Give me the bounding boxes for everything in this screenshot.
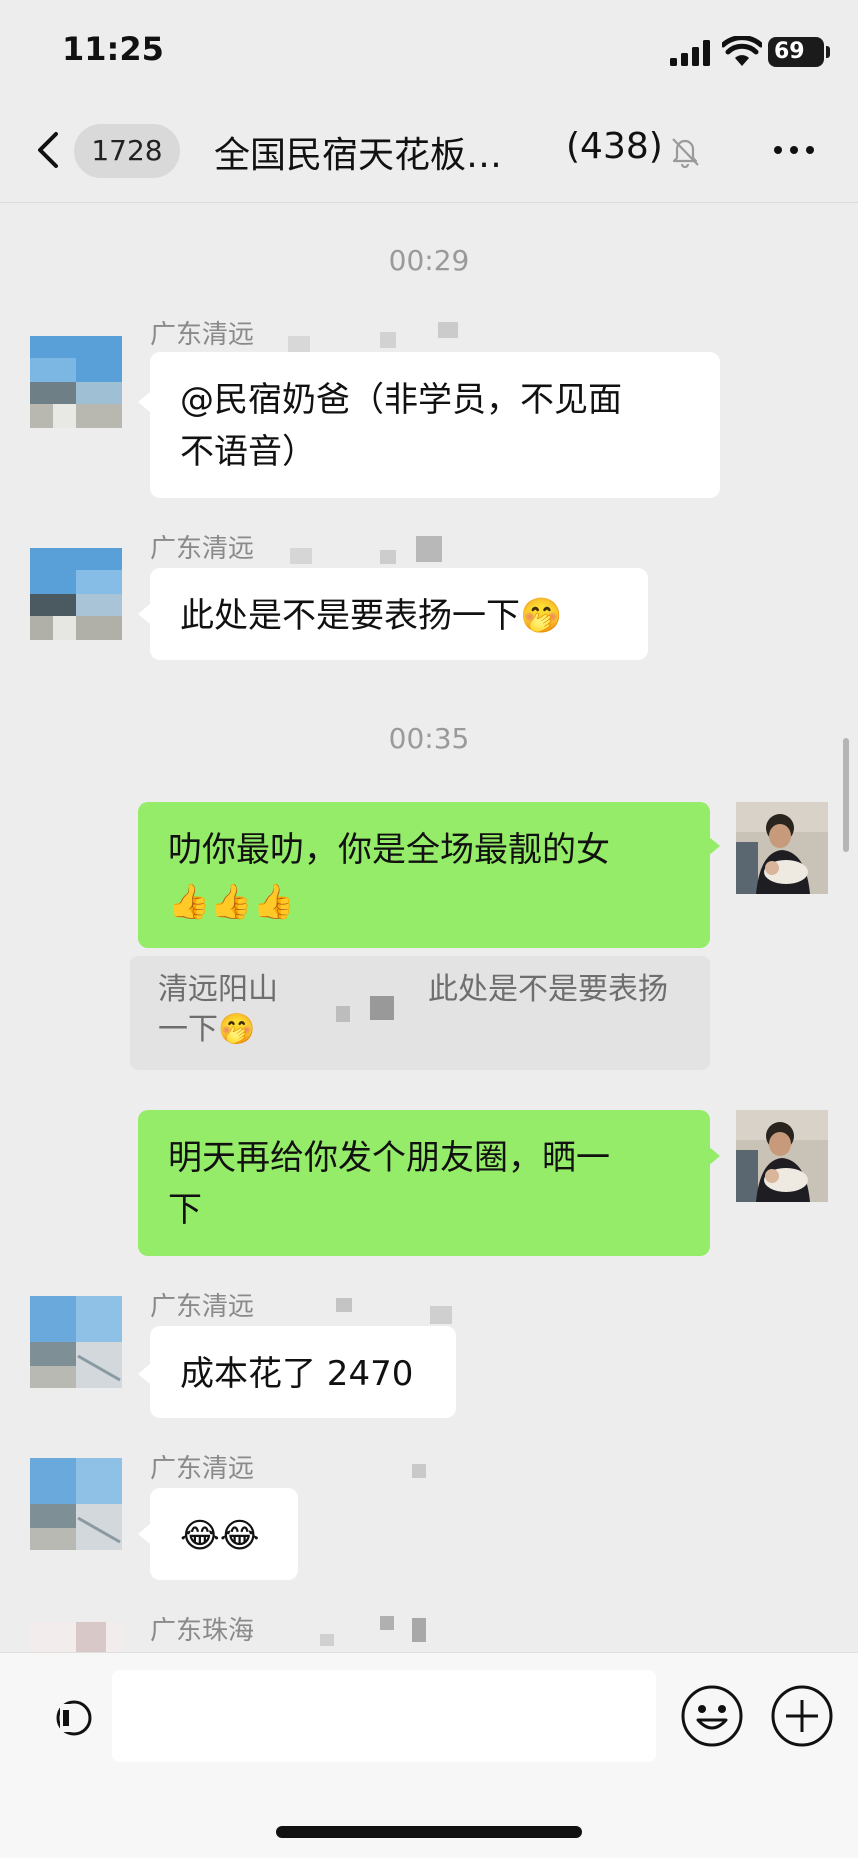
sender-name: 广东清远 — [150, 1454, 255, 1484]
more-options-icon[interactable] — [772, 140, 816, 160]
mute-bell-icon — [672, 138, 699, 168]
message-bubble[interactable]: @民宿奶爸（非学员，不见面 不语音） — [150, 352, 720, 498]
avatar[interactable] — [30, 1458, 122, 1550]
unread-count-badge[interactable]: 1728 — [74, 124, 180, 178]
quoted-text: 一下 — [158, 1012, 218, 1047]
face-with-hand-over-mouth-emoji: 🤭 — [520, 596, 563, 636]
redacted-name — [370, 996, 394, 1020]
battery-tip — [826, 46, 830, 58]
bubble-tail — [138, 604, 150, 624]
battery-icon: 69 — [768, 37, 824, 67]
chat-title: 全国民宿天花板… — [214, 135, 503, 176]
add-icon[interactable] — [770, 1684, 834, 1748]
redacted-name — [320, 1634, 334, 1646]
sender-name: 广东清远 — [150, 534, 255, 564]
nav-divider — [0, 202, 858, 203]
face-with-hand-over-mouth-emoji: 🤭 — [218, 1012, 256, 1047]
quoted-sender: 清远阳山 — [158, 972, 278, 1007]
message-text: 不语音） — [180, 432, 316, 472]
avatar[interactable] — [30, 336, 122, 428]
message-bubble[interactable]: 叻你最叻，你是全场最靓的女 👍👍👍 — [138, 802, 710, 948]
timestamp: 00:35 — [388, 722, 470, 755]
redacted-name — [380, 550, 396, 564]
my-avatar[interactable] — [736, 802, 828, 894]
bubble-tail — [138, 392, 150, 412]
message-text: 明天再给你发个朋友圈，晒一 — [168, 1138, 610, 1178]
redacted-name — [290, 548, 312, 564]
sender-name: 广东清远 — [150, 320, 255, 350]
quoted-text: 此处是不是要表扬 — [428, 972, 668, 1007]
scrollbar[interactable] — [843, 738, 849, 852]
member-count: (438) — [566, 126, 663, 167]
redacted-name — [336, 1298, 352, 1312]
redacted-name — [430, 1306, 452, 1324]
redacted-name — [412, 1618, 426, 1642]
avatar[interactable] — [30, 1622, 122, 1652]
message-bubble[interactable]: 此处是不是要表扬一下🤭 — [150, 568, 648, 660]
message-text: 下 — [168, 1190, 202, 1230]
redacted-name — [296, 994, 306, 1016]
message-text: 此处是不是要表扬一下 — [180, 596, 520, 636]
laughing-tears-emoji: 😂😂 — [180, 1516, 260, 1556]
timestamp: 00:29 — [388, 244, 470, 277]
quoted-message[interactable]: 清远阳山 此处是不是要表扬 一下🤭 — [130, 956, 710, 1070]
home-indicator[interactable] — [276, 1826, 582, 1838]
voice-input-icon[interactable] — [56, 1700, 92, 1736]
cellular-signal-icon — [670, 40, 710, 66]
bubble-tail — [138, 1364, 150, 1384]
avatar[interactable] — [30, 1296, 122, 1388]
message-text: @民宿奶爸（非学员，不见面 — [180, 380, 622, 420]
bubble-tail — [138, 1524, 150, 1544]
sender-name: 广东珠海 — [150, 1616, 255, 1646]
avatar[interactable] — [30, 548, 122, 640]
message-input[interactable] — [112, 1670, 656, 1762]
message-text: 叻你最叻，你是全场最靓的女 — [168, 830, 610, 870]
redacted-name — [412, 1464, 426, 1478]
message-bubble[interactable]: 明天再给你发个朋友圈，晒一 下 — [138, 1110, 710, 1256]
message-bubble[interactable]: 成本花了 2470 — [150, 1326, 456, 1418]
redacted-name — [380, 332, 396, 348]
my-avatar[interactable] — [736, 1110, 828, 1202]
sender-name: 广东清远 — [150, 1292, 255, 1322]
redacted-name — [380, 1616, 394, 1630]
redacted-name — [336, 1006, 350, 1022]
thumbs-up-emoji: 👍👍👍 — [168, 882, 296, 922]
wifi-icon — [722, 36, 762, 66]
redacted-name — [416, 536, 442, 562]
message-text: 成本花了 2470 — [180, 1354, 414, 1394]
emoji-icon[interactable] — [680, 1684, 744, 1748]
redacted-name — [438, 322, 458, 338]
back-chevron-icon[interactable] — [34, 130, 62, 170]
status-time: 11:25 — [62, 30, 164, 68]
message-bubble[interactable]: 😂😂 — [150, 1488, 298, 1580]
